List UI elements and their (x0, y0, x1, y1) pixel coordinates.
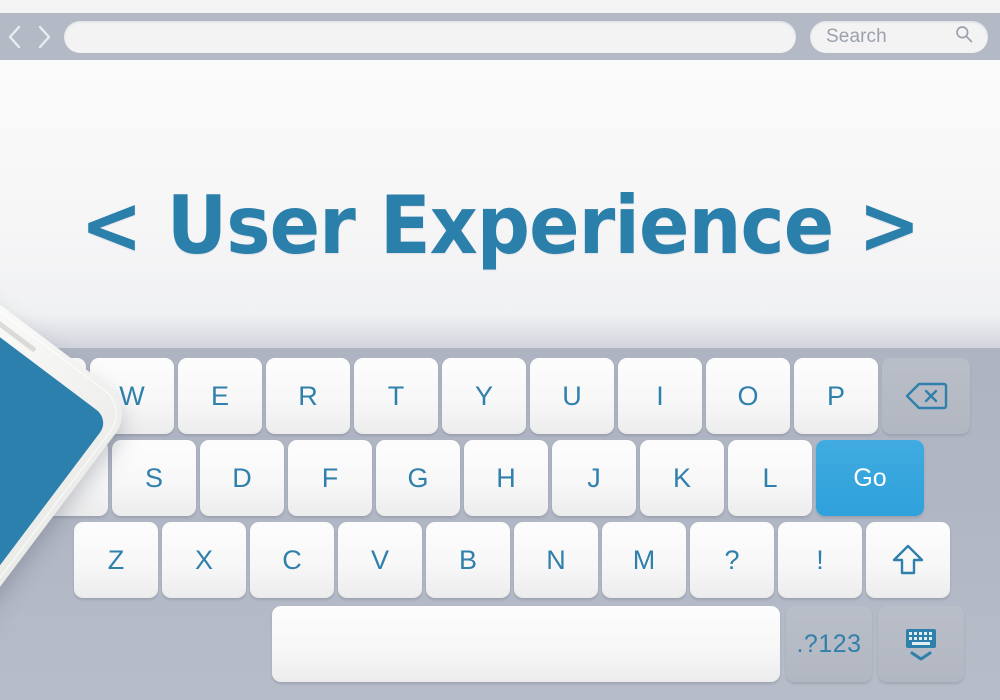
magnifier-glyph (956, 26, 973, 43)
key-g[interactable]: G (376, 440, 460, 516)
keyboard-row-3: Z X C V B N M ? ! (0, 520, 1000, 600)
key-exclamation[interactable]: ! (778, 522, 862, 598)
key-j[interactable]: J (552, 440, 636, 516)
key-m[interactable]: M (602, 522, 686, 598)
search-input[interactable]: Search (810, 20, 988, 53)
key-hide-keyboard[interactable] (878, 606, 964, 682)
key-p[interactable]: P (794, 358, 878, 434)
key-x[interactable]: X (162, 522, 246, 598)
key-c[interactable]: C (250, 522, 334, 598)
key-space[interactable] (272, 606, 780, 682)
key-z[interactable]: Z (74, 522, 158, 598)
back-chevron-glyph (8, 25, 21, 48)
navigation-buttons (0, 20, 64, 54)
key-question[interactable]: ? (690, 522, 774, 598)
key-r[interactable]: R (266, 358, 350, 434)
forward-icon[interactable] (31, 20, 57, 54)
key-numeric[interactable]: .?123 (786, 606, 872, 682)
keyboard-row-1: Q W E R T Y U I O P (0, 356, 1000, 436)
keyboard-row-2: A S D F G H J K L Go (0, 438, 1000, 518)
key-b[interactable]: B (426, 522, 510, 598)
key-e[interactable]: E (178, 358, 262, 434)
page-title: < User Experience > (80, 179, 920, 272)
key-v[interactable]: V (338, 522, 422, 598)
keyboard-row-4: .?123 (0, 604, 1000, 684)
back-icon[interactable] (2, 20, 28, 54)
key-k[interactable]: K (640, 440, 724, 516)
url-input[interactable] (64, 20, 796, 53)
key-y[interactable]: Y (442, 358, 526, 434)
shift-arrow-icon (892, 544, 924, 575)
forward-chevron-glyph (38, 25, 51, 48)
browser-toolbar: Search (0, 13, 1000, 60)
hero-section: < User Experience > (0, 60, 1000, 348)
key-shift[interactable] (866, 522, 950, 598)
hide-keyboard-icon (906, 629, 936, 661)
backspace-icon (905, 382, 948, 410)
search-icon[interactable] (954, 24, 974, 49)
key-f[interactable]: F (288, 440, 372, 516)
key-backspace[interactable] (882, 358, 970, 434)
key-l[interactable]: L (728, 440, 812, 516)
key-o[interactable]: O (706, 358, 790, 434)
search-placeholder-label: Search (826, 25, 887, 47)
page-root: Search < User Experience > Q W E R T Y U… (0, 0, 1000, 700)
onscreen-keyboard: Q W E R T Y U I O P A S D F (0, 348, 1000, 700)
key-s[interactable]: S (112, 440, 196, 516)
key-i[interactable]: I (618, 358, 702, 434)
key-d[interactable]: D (200, 440, 284, 516)
key-go[interactable]: Go (816, 440, 924, 516)
key-u[interactable]: U (530, 358, 614, 434)
key-n[interactable]: N (514, 522, 598, 598)
key-t[interactable]: T (354, 358, 438, 434)
key-h[interactable]: H (464, 440, 548, 516)
